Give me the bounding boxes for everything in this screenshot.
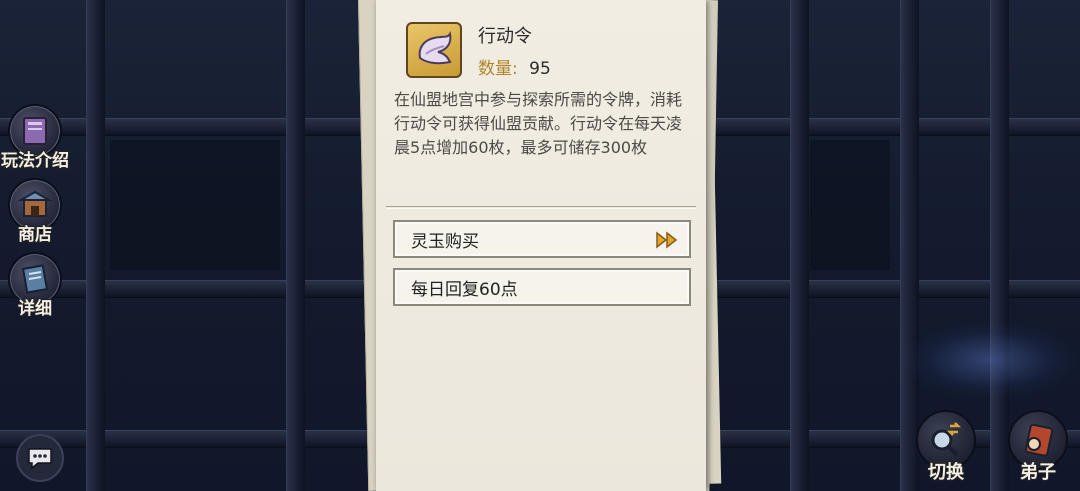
divider-highlight — [386, 208, 696, 209]
side-button-shop[interactable]: 商店 — [4, 178, 66, 245]
chat-button[interactable] — [16, 434, 64, 482]
side-button-detail[interactable]: 详细 — [4, 252, 66, 319]
chat-bubble-icon — [28, 448, 52, 470]
background-wall — [110, 140, 280, 270]
item-name: 行动令 — [478, 26, 532, 47]
buy-label: 灵玉购买 — [411, 231, 479, 252]
side-button-label: 详细 — [18, 299, 52, 319]
daily-regen-info: 每日回复60点 — [393, 268, 691, 306]
background-pillar — [86, 0, 105, 491]
item-description: 在仙盟地宫中参与探索所需的令牌，消耗行动令可获得仙盟贡献。行动令在每天凌晨5点增… — [394, 90, 683, 157]
divider — [386, 206, 696, 207]
background-pillar — [790, 0, 809, 491]
disciple-label: 弟子 — [1020, 462, 1056, 483]
double-arrow-icon — [656, 231, 678, 249]
background-pillar — [286, 0, 305, 491]
side-button-label: 玩法介绍 — [1, 151, 69, 171]
regen-label: 每日回复60点 — [411, 279, 518, 300]
item-quantity: 数量: 95 — [478, 54, 551, 79]
background-glow — [900, 320, 1080, 400]
switch-label: 切换 — [928, 462, 964, 483]
quantity-label: 数量: — [478, 59, 518, 79]
disciple-button[interactable]: 弟子 — [1006, 410, 1070, 490]
side-button-intro[interactable]: 玩法介绍 — [1, 104, 69, 171]
token-icon — [406, 22, 462, 78]
quantity-value: 95 — [529, 59, 551, 79]
switch-button[interactable]: 切换 — [914, 410, 978, 490]
buy-with-jade-button[interactable]: 灵玉购买 — [393, 220, 691, 258]
background-wall — [810, 140, 890, 270]
side-button-label: 商店 — [18, 225, 52, 245]
